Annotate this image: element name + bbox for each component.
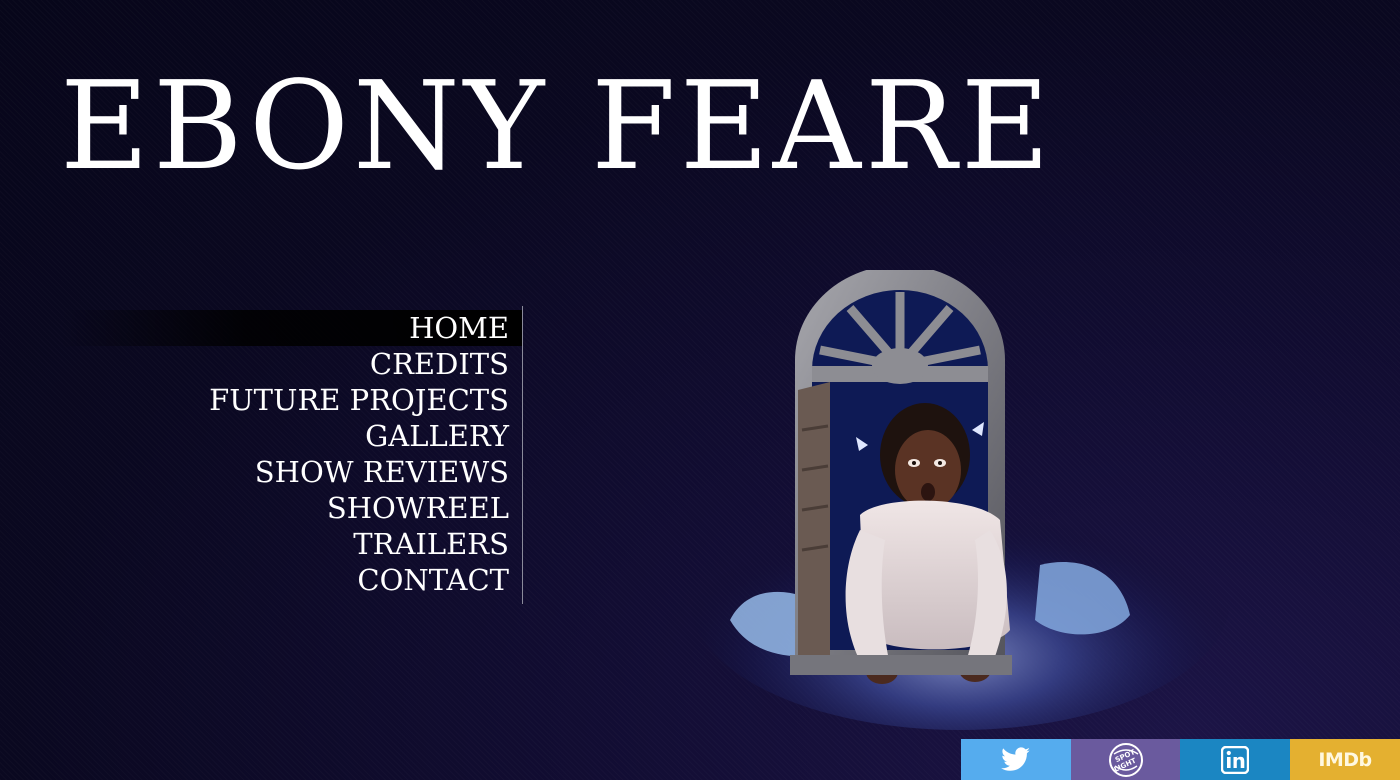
linkedin-icon <box>1221 745 1249 774</box>
nav-item-future-projects[interactable]: FUTURE PROJECTS <box>60 382 522 418</box>
imdb-button[interactable]: IMDb <box>1290 739 1400 780</box>
nav-item-home[interactable]: HOME <box>60 310 522 346</box>
social-links: SPOT LIGHT IMDb <box>961 739 1400 780</box>
hero-photo <box>690 270 1230 730</box>
linkedin-button[interactable] <box>1180 739 1290 780</box>
nav-item-contact[interactable]: CONTACT <box>60 562 522 598</box>
twitter-button[interactable] <box>961 739 1071 780</box>
spotlight-logo-icon: SPOT LIGHT <box>1108 742 1143 777</box>
nav-item-gallery[interactable]: GALLERY <box>60 418 522 454</box>
nav-item-show-reviews[interactable]: SHOW REVIEWS <box>60 454 522 490</box>
nav-item-credits[interactable]: CREDITS <box>60 346 522 382</box>
nav-item-showreel[interactable]: SHOWREEL <box>60 490 522 526</box>
nav-item-trailers[interactable]: TRAILERS <box>60 526 522 562</box>
twitter-bird-icon <box>1001 746 1030 771</box>
site-title[interactable]: EBONY FEARE <box>60 56 1054 196</box>
main-nav: HOME CREDITS FUTURE PROJECTS GALLERY SHO… <box>60 306 523 604</box>
spotlight-button[interactable]: SPOT LIGHT <box>1071 739 1180 780</box>
imdb-logo-icon: IMDb <box>1318 748 1372 771</box>
